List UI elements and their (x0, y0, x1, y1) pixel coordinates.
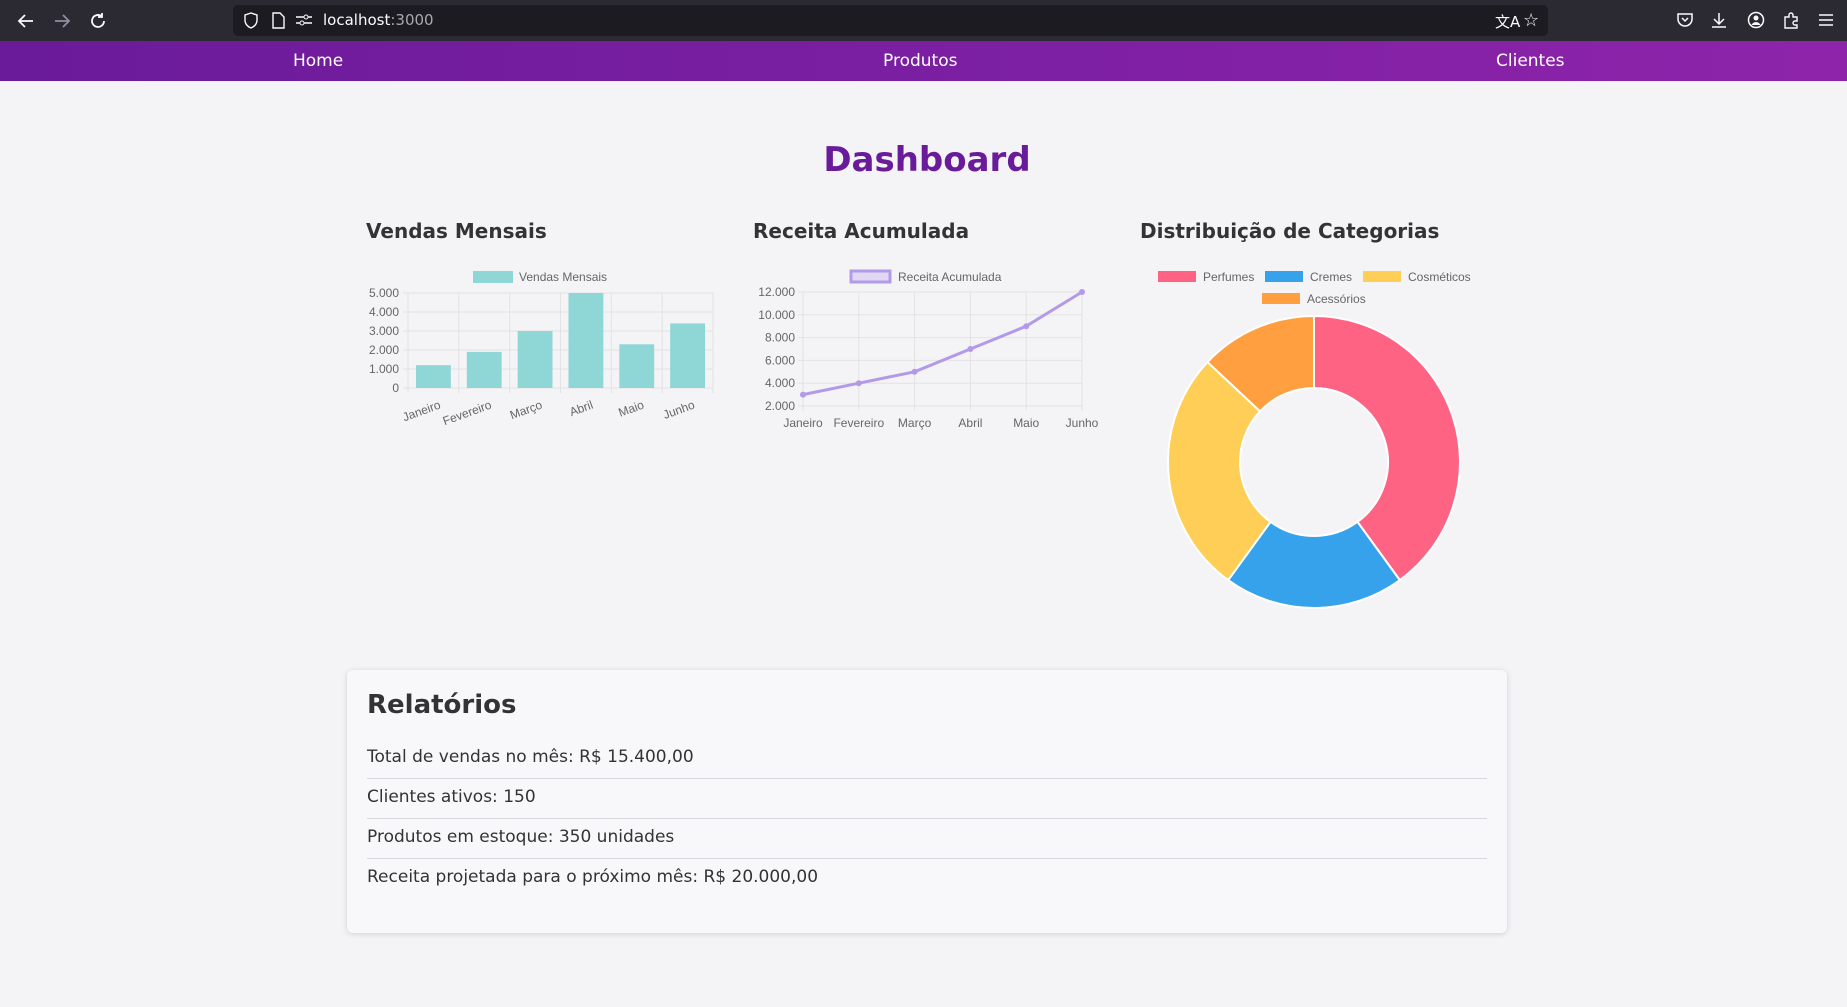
data-point (800, 391, 806, 398)
y-tick-label: 8.000 (765, 331, 795, 345)
reports-title: Relatórios (367, 690, 517, 720)
legend-swatch (1262, 293, 1300, 304)
x-tick-label: Janeiro (783, 416, 823, 430)
pocket-icon[interactable] (1676, 11, 1694, 29)
legend-label: Vendas Mensais (519, 270, 607, 284)
legend-label: Perfumes (1203, 270, 1254, 284)
bar (466, 351, 502, 388)
x-tick-label: Abril (568, 398, 595, 419)
browser-toolbar: localhost:3000 文A ☆ (0, 0, 1847, 41)
legend-swatch (849, 269, 892, 284)
categories-doughnut-chart: Perfumes Cremes Cosméticos Acessórios (1158, 270, 1471, 609)
revenue-line-chart: Receita Acumulada 2.000 4.000 6.000 8.000 10.… (758, 269, 1099, 430)
account-icon[interactable] (1747, 11, 1765, 29)
data-point (1023, 323, 1030, 330)
y-tick-label: 2.000 (765, 399, 795, 413)
page-title: Dashboard (823, 140, 1031, 180)
y-tick-label: 10.000 (758, 308, 795, 322)
x-tick-label: Março (898, 416, 932, 430)
url-text: localhost:3000 (323, 11, 434, 29)
legend-swatch (1158, 271, 1196, 282)
sales-chart-title: Vendas Mensais (366, 219, 547, 243)
y-tick-label: 3.000 (369, 324, 399, 338)
x-tick-label: Maio (617, 398, 647, 420)
data-point (855, 380, 862, 387)
download-icon[interactable] (1710, 11, 1728, 29)
categories-chart-title: Distribuição de Categorias (1140, 219, 1440, 243)
permissions-icon[interactable] (295, 13, 313, 27)
bar (619, 344, 655, 388)
report-item: Produtos em estoque: 350 unidades (367, 819, 1487, 859)
bookmark-star-icon[interactable]: ☆ (1523, 10, 1539, 31)
bar (568, 293, 604, 388)
forward-icon[interactable] (50, 9, 74, 33)
report-item: Total de vendas no mês: R$ 15.400,00 (367, 739, 1487, 779)
back-icon[interactable] (14, 9, 38, 33)
legend-swatch (473, 271, 513, 283)
x-tick-label: Março (508, 398, 544, 423)
data-point (1079, 289, 1085, 295)
nav-produtos[interactable]: Produtos (883, 51, 957, 71)
y-tick-label: 0 (392, 381, 399, 395)
y-tick-label: 2.000 (369, 343, 399, 357)
x-tick-label: Fevereiro (441, 398, 494, 429)
translate-icon[interactable]: 文A (1495, 11, 1520, 32)
y-tick-label: 4.000 (765, 376, 795, 390)
x-tick-label: Fevereiro (833, 416, 884, 430)
legend-swatch (1265, 271, 1303, 282)
sales-bar-chart: Vendas Mensais 0 1.000 2.000 3.000 4.000 5.000… (369, 270, 714, 429)
address-bar[interactable]: localhost:3000 文A ☆ (233, 5, 1548, 36)
legend-label: Cremes (1310, 270, 1352, 284)
bar (517, 331, 553, 388)
menu-icon[interactable] (1818, 12, 1834, 28)
bar (416, 365, 451, 388)
y-tick-label: 4.000 (369, 305, 399, 319)
extensions-icon[interactable] (1782, 11, 1800, 29)
data-point (967, 346, 974, 352)
y-tick-label: 6.000 (765, 353, 795, 367)
legend-label: Cosméticos (1408, 270, 1471, 284)
y-tick-label: 1.000 (369, 362, 399, 376)
x-tick-label: Junho (1066, 416, 1099, 430)
report-item: Clientes ativos: 150 (367, 779, 1487, 819)
x-tick-label: Janeiro (401, 398, 443, 425)
app-navbar: Home Produtos Clientes (0, 41, 1847, 81)
reload-icon[interactable] (86, 9, 110, 33)
data-point (911, 368, 918, 375)
report-item: Receita projetada para o próximo mês: R$… (367, 867, 819, 887)
reports-card: Relatórios Total de vendas no mês: R$ 15… (347, 670, 1507, 933)
page-icon[interactable] (271, 12, 285, 29)
bar (670, 323, 705, 388)
shield-icon[interactable] (243, 12, 259, 29)
y-tick-label: 5.000 (369, 286, 399, 300)
legend-label: Receita Acumulada (898, 270, 1002, 284)
x-tick-label: Maio (1013, 416, 1039, 430)
nav-home[interactable]: Home (293, 51, 343, 71)
revenue-chart-title: Receita Acumulada (753, 219, 970, 243)
x-tick-label: Junho (661, 398, 697, 422)
x-tick-label: Abril (958, 416, 982, 430)
nav-clientes[interactable]: Clientes (1496, 51, 1565, 71)
legend-swatch (1363, 271, 1401, 282)
legend-label: Acessórios (1307, 292, 1366, 306)
series-line (802, 290, 1083, 397)
y-tick-label: 12.000 (758, 285, 795, 299)
